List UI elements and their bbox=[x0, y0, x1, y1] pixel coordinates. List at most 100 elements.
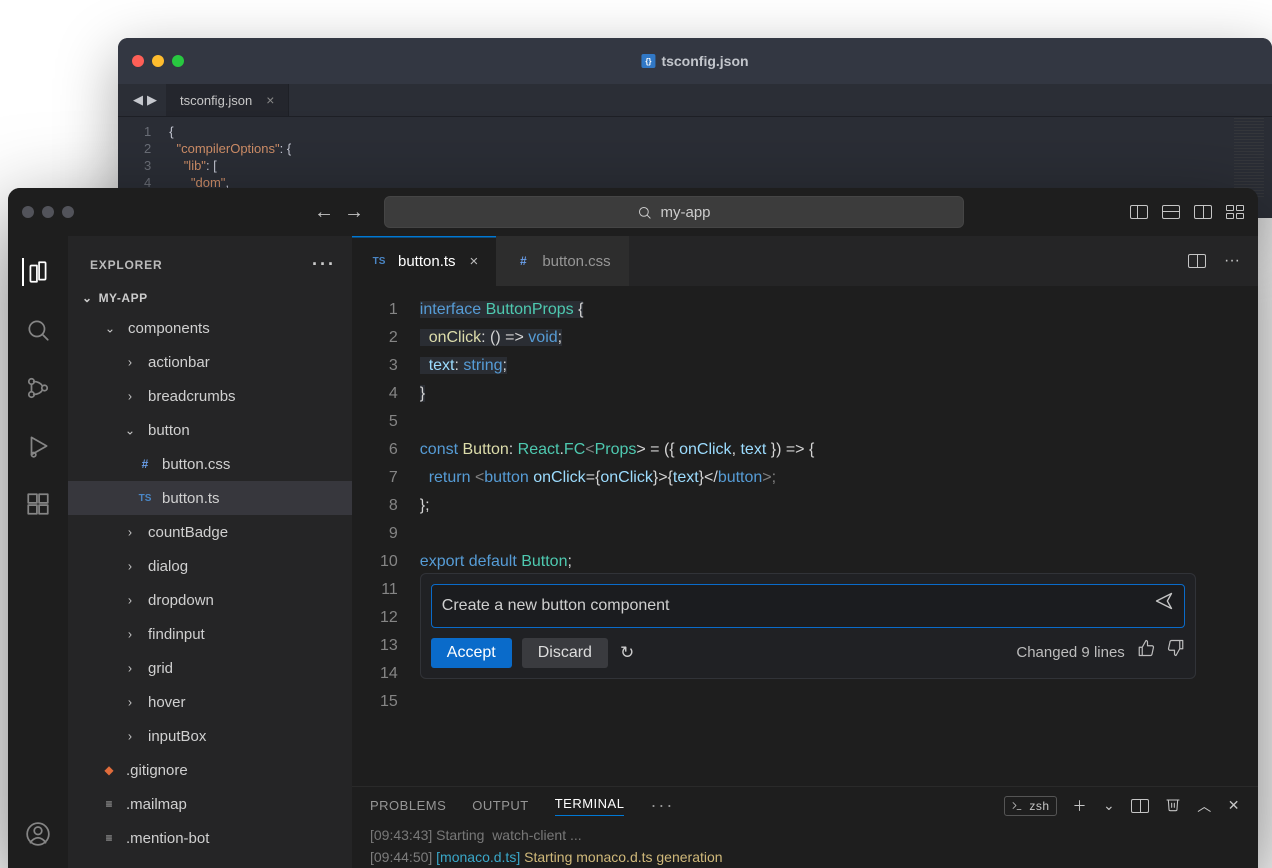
zoom-icon[interactable] bbox=[172, 55, 184, 67]
editor-more-icon[interactable]: ··· bbox=[1224, 252, 1240, 270]
nav-fwd-icon[interactable]: → bbox=[344, 201, 364, 224]
tree-folder[interactable]: ›findinput bbox=[68, 617, 352, 651]
minimap[interactable] bbox=[1234, 118, 1264, 198]
layout-customize-icon[interactable] bbox=[1226, 205, 1244, 219]
minimize-icon[interactable] bbox=[42, 206, 54, 218]
chevron-right-icon: › bbox=[121, 729, 139, 743]
tree-folder[interactable]: ›grid bbox=[68, 651, 352, 685]
nav-fwd-icon[interactable]: ▶ bbox=[146, 92, 158, 108]
layout-sidebar-left-icon[interactable] bbox=[1130, 205, 1148, 219]
tree-item-label: dropdown bbox=[148, 592, 214, 609]
close-panel-icon[interactable]: ✕ bbox=[1228, 797, 1240, 814]
tree-item-label: hover bbox=[148, 694, 186, 711]
layout-controls[interactable] bbox=[1130, 205, 1244, 219]
panel-more-icon[interactable]: ··· bbox=[650, 795, 674, 816]
nav-back-icon[interactable]: ◀ bbox=[132, 92, 144, 108]
search-icon bbox=[637, 205, 652, 220]
txt-file-icon: ≡ bbox=[100, 831, 118, 845]
tree-file[interactable]: #button.css bbox=[68, 447, 352, 481]
tree-item-label: components bbox=[128, 320, 210, 337]
close-icon[interactable] bbox=[132, 55, 144, 67]
tree-folder[interactable]: ›actionbar bbox=[68, 345, 352, 379]
explorer-icon[interactable] bbox=[22, 258, 52, 286]
tree-folder[interactable]: › breadcrumbs bbox=[68, 379, 352, 413]
explorer-title: EXPLORER bbox=[90, 258, 162, 272]
command-center[interactable]: my-app bbox=[384, 196, 964, 228]
explorer-more-icon[interactable]: ··· bbox=[312, 254, 336, 275]
editor-tab-label: button.ts bbox=[398, 253, 456, 270]
chevron-right-icon: › bbox=[121, 559, 139, 573]
tree-folder[interactable]: › dropdown bbox=[68, 583, 352, 617]
close-icon[interactable] bbox=[22, 206, 34, 218]
close-tab-icon[interactable]: × bbox=[470, 253, 479, 270]
tree-folder[interactable]: ›inputBox bbox=[68, 719, 352, 753]
tree-file[interactable]: ◆.gitignore bbox=[68, 753, 352, 787]
window-title: {} tsconfig.json bbox=[641, 53, 748, 69]
root-folder[interactable]: ⌄ MY-APP bbox=[68, 287, 352, 311]
maximize-panel-icon[interactable]: ︿ bbox=[1197, 796, 1212, 816]
zoom-icon[interactable] bbox=[62, 206, 74, 218]
discard-button[interactable]: Discard bbox=[522, 638, 608, 668]
terminal-shell-picker[interactable]: zsh bbox=[1004, 796, 1056, 816]
kill-terminal-icon[interactable] bbox=[1165, 796, 1181, 815]
editor-tab[interactable]: #button.css bbox=[496, 236, 628, 286]
front-editor-window: ← → my-app EXPLORER ··· bbox=[8, 188, 1258, 868]
chevron-right-icon: › bbox=[121, 525, 139, 539]
back-nav[interactable]: ◀▶ bbox=[128, 84, 166, 116]
panel-tab-problems[interactable]: PROBLEMS bbox=[370, 798, 446, 813]
close-tab-icon[interactable]: × bbox=[266, 92, 274, 108]
terminal-split-chevron-icon[interactable]: ⌄ bbox=[1103, 797, 1115, 814]
tree-folder[interactable]: ⌄button bbox=[68, 413, 352, 447]
back-tab[interactable]: tsconfig.json × bbox=[166, 84, 289, 116]
file-tree[interactable]: ⌄components›actionbar › breadcrumbs ⌄button… bbox=[68, 311, 352, 868]
inline-chat-input[interactable] bbox=[442, 597, 1154, 615]
run-debug-icon[interactable] bbox=[24, 432, 52, 460]
chevron-right-icon: › bbox=[121, 593, 139, 607]
git-file-icon: ◆ bbox=[100, 763, 118, 777]
split-terminal-icon[interactable] bbox=[1131, 799, 1149, 813]
tree-folder[interactable]: ›hover bbox=[68, 685, 352, 719]
front-traffic-lights[interactable] bbox=[22, 206, 74, 218]
minimize-icon[interactable] bbox=[152, 55, 164, 67]
layout-sidebar-right-icon[interactable] bbox=[1194, 205, 1212, 219]
rerun-icon[interactable]: ↻ bbox=[620, 639, 634, 667]
accept-button[interactable]: Accept bbox=[431, 638, 512, 668]
chevron-right-icon: › bbox=[121, 389, 139, 403]
nav-history[interactable]: ← → bbox=[314, 201, 364, 224]
panel-tab-terminal[interactable]: TERMINAL bbox=[555, 796, 625, 816]
tree-folder[interactable]: ›countBadge bbox=[68, 515, 352, 549]
tree-file[interactable]: ≡.mailmap bbox=[68, 787, 352, 821]
editor-tab[interactable]: TSbutton.ts× bbox=[352, 236, 496, 286]
code-content[interactable]: interface ButtonProps { onClick: () => v… bbox=[420, 296, 815, 716]
new-terminal-icon[interactable]: ＋ bbox=[1073, 796, 1088, 816]
terminal-output[interactable]: [09:43:43] Starting watch-client ... [09… bbox=[352, 822, 1258, 868]
accounts-icon[interactable] bbox=[24, 820, 52, 848]
tree-item-label: breadcrumbs bbox=[148, 388, 236, 405]
extensions-icon[interactable] bbox=[24, 490, 52, 518]
search-activity-icon[interactable] bbox=[24, 316, 52, 344]
nav-back-icon[interactable]: ← bbox=[314, 201, 334, 224]
tree-file[interactable]: TSbutton.ts bbox=[68, 481, 352, 515]
inline-chat-panel: Accept Discard ↻ Changed 9 lines bbox=[420, 573, 1196, 679]
code-editor[interactable]: 123456789101112131415 interface ButtonPr… bbox=[352, 286, 1258, 716]
tree-file[interactable]: ≡.mention-bot bbox=[68, 821, 352, 855]
thumbs-up-icon[interactable] bbox=[1137, 639, 1155, 667]
thumbs-down-icon[interactable] bbox=[1167, 639, 1185, 667]
layout-panel-icon[interactable] bbox=[1162, 205, 1180, 219]
root-folder-label: MY-APP bbox=[99, 291, 148, 305]
tree-item-label: button.css bbox=[162, 456, 230, 473]
tree-item-label: dialog bbox=[148, 558, 188, 575]
tree-item-label: .mailmap bbox=[126, 796, 187, 813]
window-title-text: tsconfig.json bbox=[661, 53, 748, 69]
send-icon[interactable] bbox=[1154, 591, 1174, 621]
tree-folder[interactable]: ⌄components bbox=[68, 311, 352, 345]
tree-folder[interactable]: › dialog bbox=[68, 549, 352, 583]
tree-item-label: button bbox=[148, 422, 190, 439]
panel-tab-output[interactable]: OUTPUT bbox=[472, 798, 528, 813]
traffic-lights[interactable] bbox=[132, 55, 184, 67]
explorer-header: EXPLORER ··· bbox=[68, 236, 352, 287]
source-control-icon[interactable] bbox=[24, 374, 52, 402]
inline-chat-input-wrap[interactable] bbox=[431, 584, 1185, 628]
split-editor-icon[interactable] bbox=[1188, 254, 1206, 268]
back-tab-row: ◀▶ tsconfig.json × bbox=[118, 84, 1272, 117]
